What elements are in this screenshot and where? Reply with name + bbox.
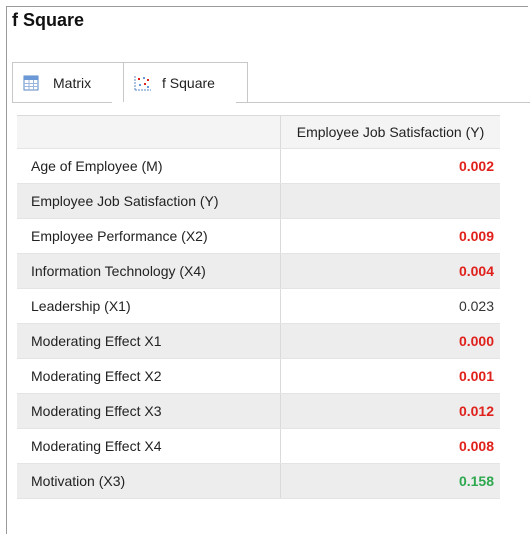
- f-square-value[interactable]: 0.000: [280, 324, 500, 358]
- table-row[interactable]: Information Technology (X4) 0.004: [17, 254, 500, 289]
- f-square-table: Employee Job Satisfaction (Y) Age of Emp…: [17, 115, 500, 499]
- row-label: Employee Job Satisfaction (Y): [31, 193, 219, 209]
- table-icon: [23, 75, 39, 91]
- f-square-value[interactable]: 0.004: [280, 254, 500, 288]
- tab-matrix-label: Matrix: [53, 74, 92, 91]
- table-row[interactable]: Moderating Effect X4 0.008: [17, 429, 500, 464]
- row-label: Moderating Effect X4: [31, 438, 162, 454]
- table-row[interactable]: Age of Employee (M) 0.002: [17, 149, 500, 184]
- selected-tab-indicator: [112, 102, 236, 103]
- row-label: Moderating Effect X1: [31, 333, 162, 349]
- tab-f-square[interactable]: f Square: [124, 62, 248, 102]
- f-square-value[interactable]: 0.002: [280, 149, 500, 183]
- row-label: Moderating Effect X3: [31, 403, 162, 419]
- row-label: Motivation (X3): [31, 473, 126, 489]
- f-square-value[interactable]: 0.008: [280, 429, 500, 463]
- tab-f-square-label: f Square: [162, 74, 215, 91]
- row-label: Leadership (X1): [31, 298, 131, 314]
- table-row[interactable]: Employee Job Satisfaction (Y): [17, 184, 500, 219]
- tab-matrix[interactable]: Matrix: [12, 62, 124, 102]
- table-row[interactable]: Moderating Effect X3 0.012: [17, 394, 500, 429]
- row-label: Employee Performance (X2): [31, 228, 208, 244]
- scatter-icon: [134, 75, 152, 91]
- panel-title: f Square: [12, 10, 85, 30]
- f-square-value[interactable]: 0.009: [280, 219, 500, 253]
- tab-strip: Matrix f Square: [12, 62, 530, 103]
- f-square-value[interactable]: 0.012: [280, 394, 500, 428]
- f-square-value[interactable]: 0.001: [280, 359, 500, 393]
- table-row[interactable]: Employee Performance (X2) 0.009: [17, 219, 500, 254]
- table-row[interactable]: Moderating Effect X1 0.000: [17, 324, 500, 359]
- f-square-value[interactable]: 0.023: [280, 289, 500, 323]
- f-square-value[interactable]: 0.158: [280, 464, 500, 498]
- row-label: Age of Employee (M): [31, 158, 163, 174]
- row-label: Moderating Effect X2: [31, 368, 162, 384]
- table-row[interactable]: Leadership (X1) 0.023: [17, 289, 500, 324]
- f-square-value[interactable]: [280, 184, 500, 218]
- row-label: Information Technology (X4): [31, 263, 206, 279]
- table-header-row: Employee Job Satisfaction (Y): [17, 116, 500, 149]
- table-row[interactable]: Motivation (X3) 0.158: [17, 464, 500, 499]
- column-header[interactable]: Employee Job Satisfaction (Y): [280, 116, 500, 148]
- table-row[interactable]: Moderating Effect X2 0.001: [17, 359, 500, 394]
